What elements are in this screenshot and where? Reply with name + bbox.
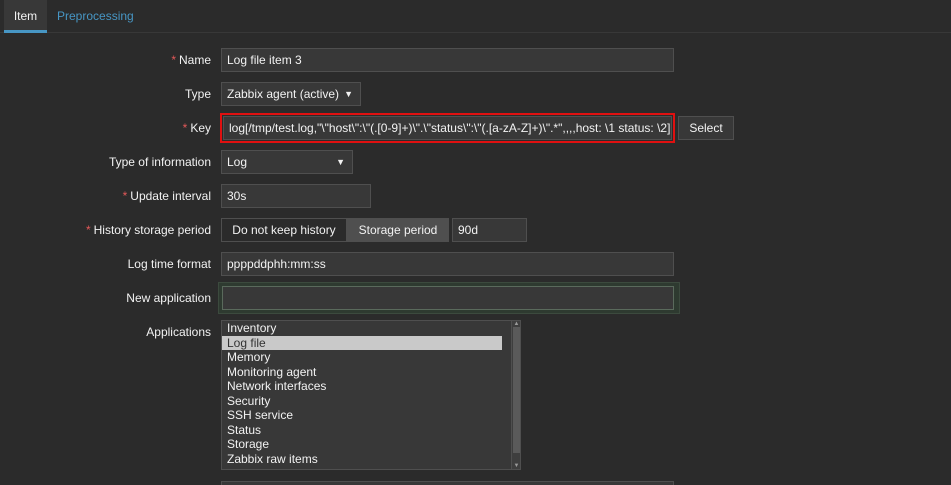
applications-label: Applications — [146, 325, 211, 339]
name-label: * Name — [171, 53, 211, 67]
application-option[interactable]: Network interfaces — [222, 379, 520, 394]
tab-preprocessing[interactable]: Preprocessing — [57, 0, 134, 33]
history-storage-period-button[interactable]: Storage period — [347, 218, 449, 242]
history-label-text: History storage period — [93, 223, 211, 237]
new-application-label: New application — [126, 291, 211, 305]
application-option[interactable]: Security — [222, 394, 520, 409]
tab-item[interactable]: Item — [4, 0, 47, 33]
type-of-information-label: Type of information — [108, 155, 211, 169]
log-time-format-input[interactable] — [221, 252, 674, 276]
application-option[interactable]: Memory — [222, 350, 520, 365]
chevron-down-icon: ▼ — [336, 157, 345, 167]
key-label: * Key — [183, 121, 211, 135]
listbox-scrollbar[interactable]: ▲ ▼ — [511, 321, 520, 469]
required-marker: * — [122, 189, 128, 203]
scroll-down-icon[interactable]: ▼ — [512, 463, 520, 469]
application-option[interactable]: Status — [222, 423, 520, 438]
log-time-format-label: Log time format — [127, 257, 211, 271]
application-option[interactable]: SSH service — [222, 408, 520, 423]
update-interval-input[interactable] — [221, 184, 371, 208]
next-field-input[interactable] — [221, 481, 674, 485]
history-do-not-keep-button[interactable]: Do not keep history — [221, 218, 347, 242]
application-option-selected[interactable]: Log file — [222, 335, 502, 350]
scrollbar-thumb[interactable] — [513, 327, 520, 453]
application-option[interactable]: Monitoring agent — [222, 365, 520, 380]
applications-listbox[interactable]: Inventory Log file Memory Monitoring age… — [221, 320, 521, 470]
application-option[interactable]: Storage — [222, 437, 520, 452]
update-interval-label-text: Update interval — [130, 189, 211, 203]
type-label: Type — [184, 87, 211, 101]
type-select[interactable]: Zabbix agent (active) ▼ — [221, 82, 361, 106]
key-label-text: Key — [190, 121, 211, 135]
application-option[interactable]: Zabbix raw items — [222, 452, 520, 467]
required-marker: * — [182, 121, 188, 135]
name-label-text: Name — [178, 53, 211, 67]
key-select-button[interactable]: Select — [678, 116, 734, 140]
key-input[interactable]: log[/tmp/test.log,"\"host\":\"(.[0-9]+)\… — [223, 116, 672, 140]
type-of-information-value: Log — [227, 155, 248, 169]
new-application-input[interactable] — [222, 286, 674, 310]
tab-bar: Item Preprocessing — [0, 0, 951, 33]
chevron-down-icon: ▼ — [344, 89, 353, 99]
history-period-input[interactable] — [452, 218, 527, 242]
key-highlight: log[/tmp/test.log,"\"host\":\"(.[0-9]+)\… — [220, 113, 675, 143]
required-marker: * — [171, 53, 176, 67]
type-select-value: Zabbix agent (active) — [227, 87, 340, 101]
application-option[interactable]: Inventory — [222, 321, 520, 336]
update-interval-label: * Update interval — [123, 189, 211, 203]
type-of-information-select[interactable]: Log ▼ — [221, 150, 353, 174]
name-input[interactable] — [221, 48, 674, 72]
history-label: * History storage period — [86, 223, 211, 237]
required-marker: * — [85, 223, 91, 237]
